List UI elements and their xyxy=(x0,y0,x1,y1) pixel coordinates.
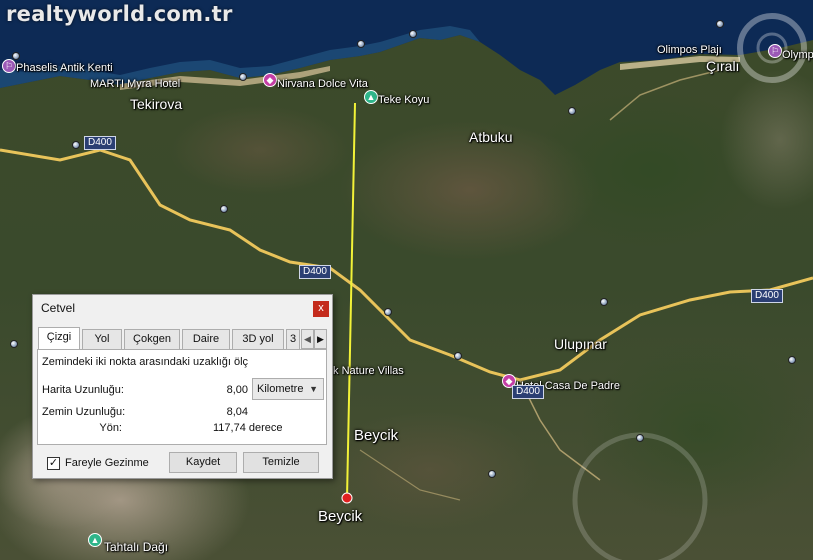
map-length-value: 8,00 xyxy=(226,384,248,396)
label-atbuku[interactable]: Atbuku xyxy=(469,129,513,145)
unit-dropdown-value: Kilometre xyxy=(257,383,304,395)
line-tab-panel: Zemindeki iki nokta arasındaki uzaklığı … xyxy=(37,349,327,445)
landmark-pin-icon[interactable]: ⚐ xyxy=(768,44,782,58)
label-marti-myra[interactable]: MARTI Myra Hotel xyxy=(90,78,180,90)
photo-marker[interactable] xyxy=(72,141,80,149)
road-badge-d400: D400 xyxy=(512,385,544,399)
label-olimpos-plaji[interactable]: Olimpos Plajı xyxy=(657,44,722,56)
tab-scroll-left-icon[interactable]: ◀ xyxy=(301,329,314,349)
label-nirvana[interactable]: Nirvana Dolce Vita xyxy=(277,78,368,90)
photo-marker[interactable] xyxy=(239,73,247,81)
tab-scroll-right-icon[interactable]: ▶ xyxy=(314,329,327,349)
watermark-text: realtyworld.com.tr xyxy=(6,2,233,26)
mountain-pin-icon[interactable]: ▲ xyxy=(88,533,102,547)
photo-marker[interactable] xyxy=(409,30,417,38)
road-badge-d400: D400 xyxy=(84,136,116,150)
label-teke-koyu[interactable]: Teke Koyu xyxy=(378,94,429,106)
ground-length-value: 8,04 xyxy=(226,406,248,418)
photo-marker[interactable] xyxy=(12,52,20,60)
label-tahtali[interactable]: Tahtalı Dağı xyxy=(104,540,168,554)
terrain-patch xyxy=(580,340,813,520)
mouse-navigation-checkbox[interactable]: ✓ xyxy=(47,457,60,470)
dialog-title: Cetvel xyxy=(41,301,76,315)
ruler-dialog: Cetvel x Çizgi Yol Çokgen Daire 3D yol 3… xyxy=(32,294,333,479)
photo-marker[interactable] xyxy=(716,20,724,28)
photo-marker[interactable] xyxy=(357,40,365,48)
unit-dropdown[interactable]: Kilometre ▼ xyxy=(252,378,324,400)
ruler-end-point xyxy=(341,492,353,504)
description-text: Zemindeki iki nokta arasındaki uzaklığı … xyxy=(42,356,249,368)
photo-marker[interactable] xyxy=(788,356,796,364)
tab-overflow[interactable]: 3 xyxy=(286,329,300,349)
photo-marker[interactable] xyxy=(568,107,576,115)
terrain-patch xyxy=(170,105,350,195)
label-beycik-area[interactable]: Beycik xyxy=(354,427,398,444)
photo-marker[interactable] xyxy=(10,340,18,348)
hotel-pin-icon[interactable]: ◆ xyxy=(263,73,277,87)
label-phaselis[interactable]: Phaselis Antik Kenti xyxy=(16,62,113,74)
tab-path[interactable]: Yol xyxy=(82,329,122,349)
photo-marker[interactable] xyxy=(220,205,228,213)
road-badge-d400: D400 xyxy=(299,265,331,279)
chevron-down-icon: ▼ xyxy=(309,384,318,394)
label-ulupinar[interactable]: Ulupınar xyxy=(554,336,607,352)
beach-pin-icon[interactable]: ▲ xyxy=(364,90,378,104)
photo-marker[interactable] xyxy=(384,308,392,316)
label-nature-villas[interactable]: ık Nature Villas xyxy=(330,365,404,377)
label-tekirova[interactable]: Tekirova xyxy=(130,96,182,112)
clear-button[interactable]: Temizle xyxy=(243,452,319,473)
heading-value: 117,74 derece xyxy=(213,422,283,434)
photo-marker[interactable] xyxy=(600,298,608,306)
label-beycik[interactable]: Beycik xyxy=(318,508,362,525)
mouse-navigation-label[interactable]: Fareyle Gezinme xyxy=(65,457,149,469)
ground-length-label: Zemin Uzunluğu: xyxy=(42,406,126,418)
label-olympos[interactable]: Olymp xyxy=(782,49,813,61)
label-cirali[interactable]: Çıralı xyxy=(706,58,739,74)
tab-3d-path[interactable]: 3D yol xyxy=(232,329,284,349)
heading-label: Yön: xyxy=(99,422,122,434)
tab-circle[interactable]: Daire xyxy=(182,329,230,349)
photo-marker[interactable] xyxy=(488,470,496,478)
map-length-label: Harita Uzunluğu: xyxy=(42,384,124,396)
tab-line[interactable]: Çizgi xyxy=(38,327,80,349)
photo-marker[interactable] xyxy=(454,352,462,360)
landmark-pin-icon[interactable]: ⚐ xyxy=(2,59,16,73)
close-button[interactable]: x xyxy=(313,301,329,317)
save-button[interactable]: Kaydet xyxy=(169,452,237,473)
photo-marker[interactable] xyxy=(636,434,644,442)
tab-polygon[interactable]: Çokgen xyxy=(124,329,180,349)
road-badge-d400: D400 xyxy=(751,289,783,303)
